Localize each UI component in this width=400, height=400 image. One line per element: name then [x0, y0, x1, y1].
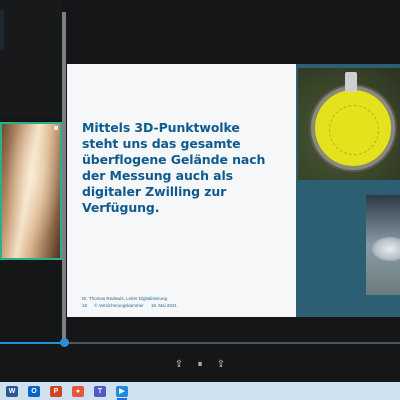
slide-title-line: digitaler Zwilling zur [82, 184, 227, 199]
screen: Mittels 3D-Punktwolke steht uns das gesa… [0, 0, 400, 400]
pane-splitter[interactable] [62, 12, 66, 342]
previous-slide-icon[interactable]: ⇪ [172, 358, 186, 372]
timeline-handle[interactable] [60, 338, 69, 347]
video-player-icon[interactable]: ▶ [116, 386, 128, 400]
aerial-photo-dome [298, 68, 400, 180]
teams-icon[interactable]: T [94, 386, 106, 397]
left-panel [0, 0, 62, 118]
pause-icon[interactable]: ⏸ [193, 358, 207, 372]
slide-title-line: der Messung auch als [82, 168, 233, 183]
tower-structure [345, 72, 357, 92]
timeline-remaining [64, 342, 400, 344]
slide-date: 18. Mai 2021 [150, 303, 177, 308]
slide-meta: 18 © Versicherungskammer 18. Mai 2021 [82, 302, 183, 309]
word-icon[interactable]: W [6, 386, 18, 397]
slide-title-line: Mittels 3D-Punktwolke [82, 120, 240, 135]
playback-timeline[interactable] [0, 338, 400, 347]
powerpoint-icon[interactable]: P [50, 386, 62, 397]
playback-controls: ⇪ ⏸ ⇪ [170, 358, 230, 372]
taskbar: W O P ● T ▶ [0, 382, 400, 400]
slide-title-line: steht uns das gesamte [82, 136, 241, 151]
slide-title-line: überflogene Gelände nach [82, 152, 266, 167]
slide-title-line: Verfügung. [82, 200, 160, 215]
tile-options-icon[interactable] [54, 126, 58, 130]
slide-footer: Dr. Thomas Redewis, Leiter Digitalisieru… [82, 295, 183, 309]
timeline-progress [0, 342, 64, 344]
camera-video-image [2, 124, 60, 258]
dome-inner-ring [329, 105, 379, 155]
panel-accent [0, 10, 4, 50]
point-cloud-building [372, 237, 400, 261]
slide-copyright: © Versicherungskammer [94, 303, 144, 308]
next-slide-icon[interactable]: ⇪ [214, 358, 228, 372]
camera-video-tile[interactable] [0, 122, 62, 260]
browser-icon[interactable]: ● [72, 386, 84, 397]
slide-title: Mittels 3D-Punktwolke steht uns das gesa… [82, 120, 290, 216]
point-cloud-render-photo [366, 195, 400, 295]
outlook-icon[interactable]: O [28, 386, 40, 397]
slide-presenter: Dr. Thomas Redewis, Leiter Digitalisieru… [82, 296, 167, 301]
slide-page-number: 18 [82, 303, 88, 308]
presentation-slide: Mittels 3D-Punktwolke steht uns das gesa… [67, 64, 296, 317]
